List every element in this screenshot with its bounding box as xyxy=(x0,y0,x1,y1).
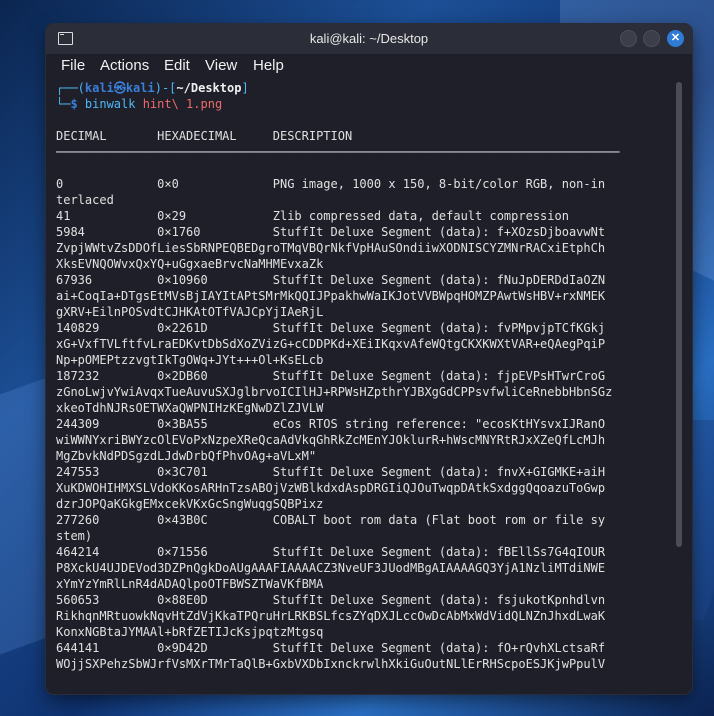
output-line: KonxNGBtaJYMAAl+bRfZETIJcKsjpqtzMtgsq xyxy=(56,625,324,639)
output-line: xYmYzYmRlLnR4dADAQlpoOTFBWSZTWaVKfBMA xyxy=(56,577,324,591)
output-line: 644141 0×9D42D StuffIt Deluxe Segment (d… xyxy=(56,641,606,655)
menu-help[interactable]: Help xyxy=(253,57,284,74)
output-line: gXRV+EilnPOSvdtCJHKAtOTfVAJCpYjIAeRjL xyxy=(56,305,324,319)
output-header: DECIMAL HEXADECIMAL DESCRIPTION xyxy=(56,129,353,143)
prompt-line-1: ┌──(kali㉿kali)-[~/Desktop] xyxy=(56,81,249,95)
output-line: Np+pOMEPtzzvgtIkTgOWq+JYt+++Ol+KsELcb xyxy=(56,353,324,367)
menu-file[interactable]: File xyxy=(61,57,85,74)
output-line: 0 0×0 PNG image, 1000 x 150, 8-bit/color… xyxy=(56,177,606,191)
output-line: 67936 0×10960 StuffIt Deluxe Segment (da… xyxy=(56,273,606,287)
output-line: 140829 0×2261D StuffIt Deluxe Segment (d… xyxy=(56,321,606,335)
output-line: XuKDWOHIHMXSLVdoKKosARHnTzsABOjVzWBlkdxd… xyxy=(56,481,606,495)
output-line: 277260 0×43B0C COBALT boot rom data (Fla… xyxy=(56,513,606,527)
command-argument: hint\ 1.png xyxy=(135,97,223,111)
output-line: 560653 0×88E0D StuffIt Deluxe Segment (d… xyxy=(56,593,606,607)
output-line: ZvpjWWtvZsDDOfLiesSbRNPEQBEDgroTMqVBQrNk… xyxy=(56,241,606,255)
output-line: WOjjSXPehzSbWJrfVsMXrTMrTaQlB+GxbVXDbIxn… xyxy=(56,657,606,671)
prompt-user: kali xyxy=(84,81,114,95)
output-line: xG+VxfTVLftfvLraEDKvtDbSdXoZVizG+cCDDPKd… xyxy=(56,337,606,351)
output-separator: ────────────────────────────────────────… xyxy=(56,145,620,159)
minimize-button[interactable] xyxy=(620,30,637,47)
output-line: XksEVNQOWvxQxYQ+uGgxaeBrvcNaMHMEvxaZk xyxy=(56,257,324,271)
menu-bar: File Actions Edit View Help xyxy=(46,54,692,80)
output-line: zGnoLwjvYwiAvqxTueAuvuSXJglbrvoICIlHJ+RP… xyxy=(56,385,613,399)
prompt-host: kali xyxy=(125,81,155,95)
output-line: 247553 0×3C701 StuffIt Deluxe Segment (d… xyxy=(56,465,606,479)
prompt-path: ~/Desktop xyxy=(176,81,242,95)
output-line: RikhqnMRtuowkNqvHtZdVjKkaTPQruHrLRKBSLfc… xyxy=(56,609,606,623)
output-line: 464214 0×71556 StuffIt Deluxe Segment (d… xyxy=(56,545,606,559)
output-line: stem) xyxy=(56,529,93,543)
output-line: MgZbvkNdPDSgzdLJdwDrbQfPhvOAg+aVLxM" xyxy=(56,449,317,463)
scrollbar[interactable] xyxy=(676,82,682,686)
terminal-window: kali@kali: ~/Desktop ✕ File Actions Edit… xyxy=(46,24,692,694)
output-line: 41 0×29 Zlib compressed data, default co… xyxy=(56,209,569,223)
menu-actions[interactable]: Actions xyxy=(100,57,149,74)
output-line: dzrJOPQaKGkgEMxcekVKxGcSngWuqgSQBPixz xyxy=(56,497,324,511)
prompt-line-2: └─$ binwalk hint\ 1.png xyxy=(56,97,223,111)
window-title: kali@kali: ~/Desktop xyxy=(309,31,429,46)
terminal-output[interactable]: ┌──(kali㉿kali)-[~/Desktop] └─$ binwalk hi… xyxy=(56,80,670,686)
maximize-button[interactable] xyxy=(643,30,660,47)
output-line: wiWWNYxriBWYzcOlEVoPxNzpeXReQcaAdVkqGhRk… xyxy=(56,433,606,447)
output-line: xkeoTdhNJRsOETWXaQWPNIHzKEgNwDZlZJVLW xyxy=(56,401,324,415)
output-line: terlaced xyxy=(56,193,114,207)
output-line: 244309 0×3BA55 eCos RTOS string referenc… xyxy=(56,417,606,431)
command-name: binwalk xyxy=(84,97,136,111)
output-line: 5984 0×1760 StuffIt Deluxe Segment (data… xyxy=(56,225,606,239)
output-line: 187232 0×2DB60 StuffIt Deluxe Segment (d… xyxy=(56,369,606,383)
output-line: ai+CoqIa+DTgsEtMVsBjIAYItAPtSMrMkQQIJPpa… xyxy=(56,289,606,303)
menu-view[interactable]: View xyxy=(205,57,237,74)
close-button[interactable]: ✕ xyxy=(667,30,684,47)
output-line: P8XckU4UJDEVod3DZPnQgkDoAUgAAAFIAAAACZ3N… xyxy=(56,561,606,575)
close-icon: ✕ xyxy=(670,32,681,44)
scrollbar-thumb[interactable] xyxy=(676,82,682,547)
output-lines: 0 0×0 PNG image, 1000 x 150, 8-bit/color… xyxy=(56,176,670,672)
title-bar[interactable]: kali@kali: ~/Desktop ✕ xyxy=(46,24,692,54)
menu-edit[interactable]: Edit xyxy=(164,57,190,74)
